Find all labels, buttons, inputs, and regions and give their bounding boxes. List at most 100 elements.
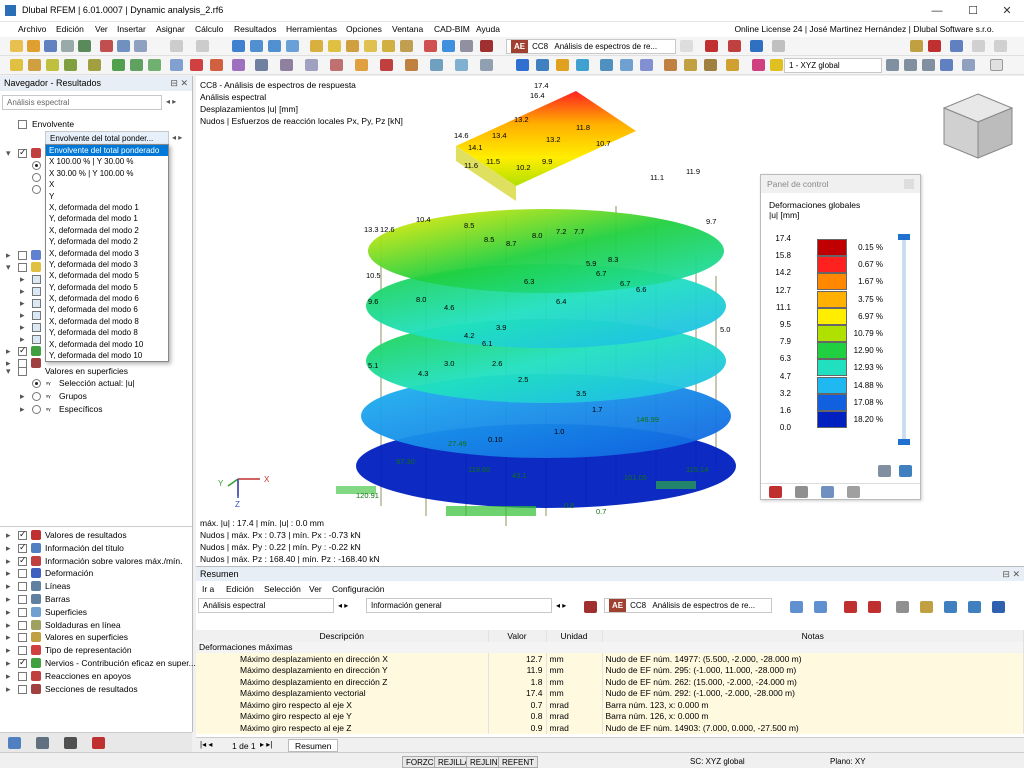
result-panel-icon[interactable]: [750, 40, 763, 52]
tree-radio-3[interactable]: [32, 185, 41, 194]
expand-icon[interactable]: ▸: [6, 671, 11, 682]
wireframe-icon[interactable]: [600, 59, 613, 71]
view-3d-icon[interactable]: [962, 59, 975, 71]
window-icon[interactable]: [950, 40, 963, 52]
undo-icon[interactable]: [170, 40, 183, 52]
more-icon[interactable]: [994, 40, 1007, 52]
display-option-row[interactable]: ▸ Reacciones en apoyos: [0, 670, 190, 683]
envelope-option[interactable]: X: [46, 179, 168, 190]
menu-ventana[interactable]: Ventana: [392, 24, 423, 34]
panel-pin-icon[interactable]: ⊟ ✕: [170, 78, 188, 89]
groups-radio[interactable]: [32, 392, 41, 401]
color-palette-icon[interactable]: [770, 59, 783, 71]
clip-icon[interactable]: [430, 59, 443, 71]
expand-icon-4[interactable]: ▸: [20, 298, 25, 309]
summary-close-icon[interactable]: ⊟ ✕: [1002, 569, 1020, 580]
summary-analysis-arrows-icon[interactable]: ◂ ▸: [338, 601, 348, 610]
display-option-checkbox[interactable]: [18, 620, 27, 630]
table-row[interactable]: Máximo giro respecto al eje X 0.7 mrad Barr…: [196, 699, 1024, 711]
tree-checkbox-8[interactable]: [32, 323, 41, 332]
expand-icon-7[interactable]: ▸: [20, 334, 25, 345]
workplane-icon[interactable]: [405, 59, 418, 71]
envelope-option[interactable]: Y, deformada del modo 2: [46, 236, 168, 247]
tree-checkbox-7[interactable]: [32, 311, 41, 320]
tree-checkbox-1[interactable]: [18, 147, 27, 158]
result-display-icon[interactable]: [705, 40, 718, 52]
summary-menu-goto[interactable]: Ir a: [202, 584, 214, 594]
pager-next-icon[interactable]: ▸ ▸|: [260, 740, 272, 749]
menu-edicion[interactable]: Edición: [56, 24, 84, 34]
summary-tool-7-icon[interactable]: [944, 601, 957, 613]
control-panel-close-icon[interactable]: [904, 179, 914, 189]
menu-herramientas[interactable]: Herramientas: [286, 24, 337, 34]
expand-icon[interactable]: ▸: [6, 632, 11, 643]
display-option-row[interactable]: ▸ Valores en superficies: [0, 632, 190, 644]
close-button[interactable]: ✕: [990, 0, 1024, 22]
model-icon[interactable]: [78, 40, 91, 52]
envelope-option[interactable]: Y, deformada del modo 5: [46, 282, 168, 293]
display-option-row[interactable]: ▸ Secciones de resultados: [0, 683, 190, 696]
summary-tool-3-icon[interactable]: [844, 601, 857, 613]
display-option-checkbox[interactable]: [18, 646, 27, 656]
view-panel-icon[interactable]: [250, 40, 263, 52]
perspective-icon[interactable]: [640, 59, 653, 71]
color-scale-icon[interactable]: [752, 59, 765, 71]
load-case-select[interactable]: AE CC8 Análisis de espectros de re...: [506, 39, 676, 54]
menu-resultados[interactable]: Resultados: [234, 24, 277, 34]
view-select[interactable]: 1 - XYZ global: [784, 58, 882, 73]
measure-icon[interactable]: [355, 59, 368, 71]
envelope-option[interactable]: X 30.00 % | Y 100.00 %: [46, 168, 168, 179]
envelope-option[interactable]: Y, deformada del modo 6: [46, 304, 168, 315]
summary-analysis-select[interactable]: Análisis espectral: [198, 598, 334, 613]
legend-settings-icon[interactable]: [878, 465, 891, 477]
expand-icon-11[interactable]: ▸: [20, 404, 25, 415]
column-unit[interactable]: Unidad: [546, 630, 603, 642]
guide-icon[interactable]: [280, 59, 293, 71]
status-forzc[interactable]: FORZC: [402, 756, 438, 768]
pan-icon[interactable]: [704, 59, 717, 71]
surface-values-checkbox[interactable]: [18, 367, 27, 376]
new-file-icon[interactable]: [10, 40, 23, 52]
envelope-option[interactable]: X, deformada del modo 8: [46, 316, 168, 327]
expand-icon[interactable]: ▸: [6, 645, 11, 656]
tree-checkbox-5[interactable]: [32, 287, 41, 296]
tree-radio-1[interactable]: [32, 161, 41, 170]
menu-ayuda[interactable]: Ayuda: [476, 24, 500, 34]
result-values-icon[interactable]: [728, 40, 741, 52]
summary-tool-1-icon[interactable]: [790, 601, 803, 613]
summary-case-select[interactable]: AE CC8 Análisis de espectros de re...: [604, 598, 772, 613]
collapse-icon-2[interactable]: ▾: [6, 262, 11, 273]
current-selection-radio[interactable]: [32, 379, 41, 388]
envelope-option[interactable]: Y: [46, 191, 168, 202]
envelope-checkbox[interactable]: [18, 120, 27, 129]
legend-slider-top-handle[interactable]: [898, 234, 910, 240]
envelope-option[interactable]: X, deformada del modo 1: [46, 202, 168, 213]
member-load-icon[interactable]: [210, 59, 223, 71]
copy-icon[interactable]: [117, 40, 130, 52]
results-tab-icon[interactable]: [92, 737, 105, 749]
display-option-row[interactable]: ▸ Superficies: [0, 606, 190, 619]
expand-icon[interactable]: ▸: [6, 543, 11, 554]
legend-slider-track[interactable]: [902, 237, 906, 441]
summary-tool-4-icon[interactable]: [868, 601, 881, 613]
display-option-checkbox[interactable]: [18, 657, 27, 668]
results-icon[interactable]: [346, 40, 359, 52]
mesh-icon[interactable]: [232, 59, 245, 71]
paste-icon[interactable]: [134, 40, 147, 52]
display-option-checkbox[interactable]: [18, 607, 27, 617]
section-icon[interactable]: [170, 59, 183, 71]
surface-icon[interactable]: [88, 59, 101, 71]
view-y-icon[interactable]: [904, 59, 917, 71]
menu-insertar[interactable]: Insertar: [117, 24, 146, 34]
tree-checkbox-2[interactable]: [18, 251, 27, 260]
display-option-checkbox[interactable]: [18, 529, 27, 540]
summary-tab[interactable]: Resumen: [288, 739, 339, 752]
column-value[interactable]: Valor: [488, 630, 547, 642]
expand-icon[interactable]: ▸: [6, 556, 11, 567]
sync-icon[interactable]: [910, 40, 923, 52]
tree-checkbox-4[interactable]: [32, 275, 41, 284]
data-tab-icon[interactable]: [8, 737, 21, 749]
load-icon[interactable]: [190, 59, 203, 71]
envelope-nav-arrows-icon[interactable]: ◂ ▸: [172, 133, 182, 142]
view-columns-icon[interactable]: [286, 40, 299, 52]
